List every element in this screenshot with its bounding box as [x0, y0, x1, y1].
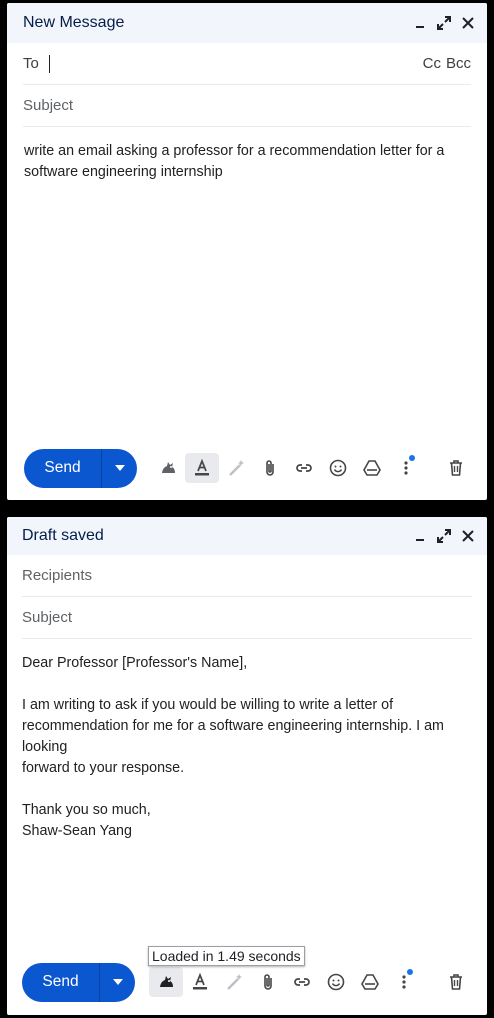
subject-placeholder: Subject — [23, 97, 74, 114]
formatting-options-button[interactable] — [185, 453, 219, 483]
emoji-icon — [327, 973, 345, 991]
closing-line: Thank you so much, — [22, 802, 151, 818]
send-options-button[interactable] — [102, 449, 137, 488]
title-bar-controls — [411, 527, 477, 545]
minimize-icon[interactable] — [411, 14, 429, 32]
dropdown-arrow-icon — [112, 979, 123, 985]
attach-icon — [264, 974, 272, 990]
more-options-button[interactable] — [389, 453, 423, 483]
expand-icon[interactable] — [435, 14, 453, 32]
body-line: forward to your response. — [22, 760, 185, 776]
greeting-line: Dear Professor [Professor's Name], — [22, 655, 248, 671]
send-button[interactable]: Send — [22, 963, 99, 1002]
magic-pen-button[interactable] — [219, 453, 253, 483]
body-line: recommendation for me for a software eng… — [22, 718, 444, 734]
discard-draft-button[interactable] — [441, 967, 471, 997]
text-format-icon — [193, 972, 207, 990]
magic-pen-button[interactable] — [217, 967, 251, 997]
trash-icon — [450, 460, 462, 476]
expand-icon[interactable] — [435, 527, 453, 545]
emoji-button[interactable] — [321, 453, 355, 483]
link-icon — [296, 464, 312, 472]
body-line: looking — [22, 739, 68, 755]
body-line: write an email asking a professor for a … — [24, 143, 445, 159]
trash-icon — [450, 974, 462, 990]
more-options-button[interactable] — [387, 967, 421, 997]
drive-button[interactable] — [353, 967, 387, 997]
subject-placeholder: Subject — [22, 609, 73, 626]
notification-dot — [409, 455, 415, 461]
cc-bcc-links: Cc Bcc — [423, 55, 471, 72]
attach-button[interactable] — [251, 967, 285, 997]
send-button-group: Send — [22, 962, 135, 1002]
emoji-button[interactable] — [319, 967, 353, 997]
compose-title-bar[interactable]: Draft saved — [7, 517, 487, 555]
cc-link[interactable]: Cc — [423, 55, 441, 72]
compose-toolbar: Send — [24, 448, 487, 488]
ai-assistant-icon — [162, 462, 175, 474]
compose-window-new-message: New Message To Cc Bcc Subject write an e… — [7, 3, 487, 500]
more-options-icon — [402, 975, 406, 989]
greeting-paragraph: Dear Professor [Professor's Name], — [22, 653, 472, 674]
link-icon — [294, 978, 310, 986]
compose-title: Draft saved — [22, 527, 104, 544]
signature-line: Shaw-Sean Yang — [22, 823, 132, 839]
body-paragraph: I am writing to ask if you would be will… — [22, 695, 472, 779]
formatting-tools — [149, 967, 421, 997]
bcc-link[interactable]: Bcc — [446, 55, 471, 72]
ai-assistant-button[interactable] — [149, 967, 183, 997]
text-format-icon — [195, 458, 209, 476]
subject-field[interactable]: Subject — [22, 597, 472, 639]
minimize-icon[interactable] — [411, 527, 429, 545]
compose-title-bar[interactable]: New Message — [7, 3, 487, 43]
title-bar-controls — [411, 14, 477, 32]
discard-draft-button[interactable] — [441, 453, 471, 483]
body-line: I am writing to ask if you would be will… — [22, 697, 394, 713]
send-button-group: Send — [24, 448, 137, 488]
send-options-button[interactable] — [100, 963, 135, 1002]
insert-link-button[interactable] — [285, 967, 319, 997]
drive-icon — [361, 974, 379, 990]
insert-link-button[interactable] — [287, 453, 321, 483]
message-body[interactable]: Dear Professor [Professor's Name], I am … — [7, 639, 487, 842]
body-line: software engineering internship — [24, 164, 223, 180]
close-icon[interactable] — [459, 14, 477, 32]
subject-field[interactable]: Subject — [23, 85, 471, 127]
recipients-field[interactable]: Recipients — [22, 555, 472, 597]
to-field[interactable]: To Cc Bcc — [23, 43, 471, 85]
formatting-options-button[interactable] — [183, 967, 217, 997]
magic-pen-icon — [229, 460, 244, 476]
compose-toolbar: Send — [22, 962, 487, 1002]
to-label: To — [23, 55, 39, 72]
emoji-icon — [329, 459, 347, 477]
close-icon[interactable] — [459, 527, 477, 545]
drive-icon — [363, 460, 381, 476]
send-button[interactable]: Send — [24, 449, 101, 488]
ai-assistant-button[interactable] — [151, 453, 185, 483]
formatting-tools — [151, 453, 423, 483]
attach-icon — [266, 460, 274, 476]
dropdown-arrow-icon — [114, 465, 125, 471]
recipients-placeholder: Recipients — [22, 567, 93, 584]
attach-button[interactable] — [253, 453, 287, 483]
more-options-icon — [404, 461, 408, 475]
message-body[interactable]: write an email asking a professor for a … — [7, 127, 487, 183]
notification-dot — [407, 969, 413, 975]
ai-assistant-icon — [160, 976, 173, 988]
compose-title: New Message — [23, 14, 125, 31]
drive-button[interactable] — [355, 453, 389, 483]
compose-window-draft: Draft saved Recipients Subject Dear Prof… — [7, 517, 487, 1015]
signoff-paragraph: Thank you so much, Shaw-Sean Yang — [22, 800, 472, 842]
load-time-tooltip: Loaded in 1.49 seconds — [148, 946, 305, 966]
to-input[interactable] — [50, 54, 423, 74]
magic-pen-icon — [227, 974, 242, 990]
